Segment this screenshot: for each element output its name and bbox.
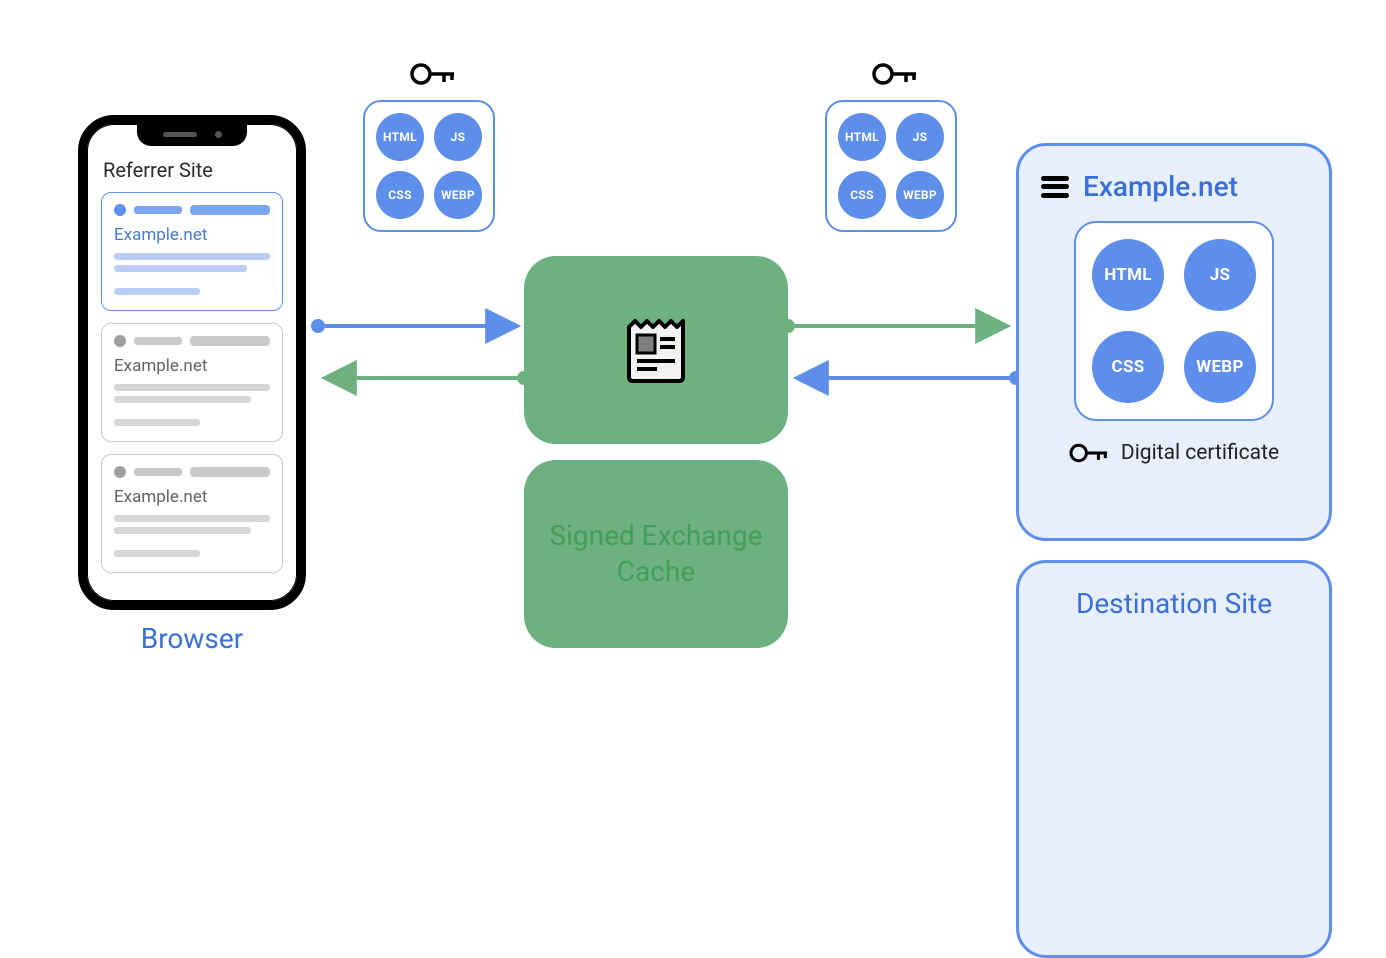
browser-phone: Referrer Site Example.net Example.net E	[78, 115, 306, 610]
chip-css: CSS	[1092, 331, 1164, 403]
chip-html: HTML	[838, 113, 886, 161]
chip-js: JS	[1184, 239, 1256, 311]
result-card: Example.net	[101, 323, 283, 442]
chip-css: CSS	[838, 171, 886, 219]
chip-webp: WEBP	[434, 171, 482, 219]
chip-css: CSS	[376, 171, 424, 219]
digital-certificate-label: Digital certificate	[1121, 441, 1279, 465]
cache-label: Signed Exchange Cache	[524, 460, 788, 648]
card-site-name: Example.net	[114, 356, 270, 376]
result-card: Example.net	[101, 454, 283, 573]
chip-html: HTML	[376, 113, 424, 161]
chip-js: JS	[896, 113, 944, 161]
result-card-highlighted: Example.net	[101, 192, 283, 311]
signed-package-left: HTML JS CSS WEBP	[363, 100, 495, 232]
destination-title: Example.net	[1083, 170, 1238, 203]
chip-webp: WEBP	[896, 171, 944, 219]
phone-notch	[137, 122, 247, 146]
key-icon	[872, 60, 918, 92]
card-site-name: Example.net	[114, 487, 270, 507]
signed-exchange-cache	[524, 256, 788, 444]
chip-webp: WEBP	[1184, 331, 1256, 403]
referrer-site-title: Referrer Site	[101, 158, 283, 182]
card-site-name: Example.net	[114, 225, 270, 245]
destination-package: HTML JS CSS WEBP	[1074, 221, 1274, 421]
browser-label: Browser	[78, 622, 306, 655]
destination-site-box: Example.net HTML JS CSS WEBP Digital cer…	[1016, 143, 1332, 541]
newspaper-icon	[617, 311, 695, 389]
key-icon	[1069, 441, 1109, 465]
hamburger-icon	[1041, 176, 1069, 198]
key-icon	[410, 60, 456, 92]
chip-html: HTML	[1092, 239, 1164, 311]
signed-package-right: HTML JS CSS WEBP	[825, 100, 957, 232]
chip-js: JS	[434, 113, 482, 161]
destination-label: Destination Site	[1016, 560, 1332, 958]
